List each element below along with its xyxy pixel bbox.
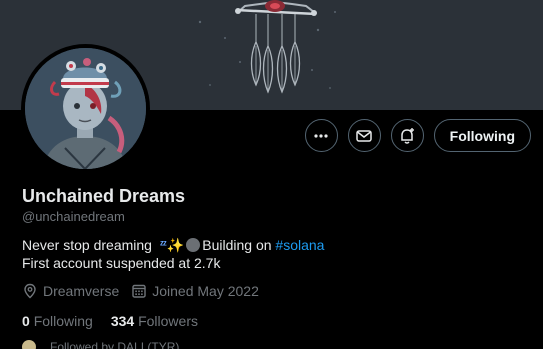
bio-line-2: First account suspended at 2.7k — [22, 255, 221, 271]
join-date: Joined May 2022 — [131, 283, 259, 299]
more-horizontal-icon — [314, 133, 328, 138]
follower-avatar — [22, 340, 36, 349]
bio-text: Never stop dreaming — [22, 237, 156, 253]
profile-handle: @unchainedream — [22, 209, 125, 224]
profile-name: Unchained Dreams — [22, 186, 186, 206]
sparkles-emoji-icon: ✨ — [166, 237, 185, 253]
envelope-icon — [356, 129, 372, 142]
following-count: 0 — [22, 313, 30, 329]
profile-bio: Never stop dreaming ᶻᶻ ✨ Building on #so… — [22, 236, 324, 272]
profile-avatar-frame[interactable] — [21, 44, 150, 173]
following-link[interactable]: 0 Following — [22, 313, 93, 329]
location-text: Dreamverse — [43, 283, 120, 299]
profile-meta: Dreamverse Joined May 2022 — [22, 283, 271, 299]
bio-text: Building on — [202, 237, 276, 253]
location-pin-icon — [24, 283, 36, 299]
bio-line-1: Never stop dreaming ᶻᶻ ✨ Building on #so… — [22, 236, 324, 254]
moon-emoji-icon — [186, 238, 201, 252]
hashtag-link[interactable]: #solana — [275, 236, 324, 254]
location: Dreamverse — [22, 283, 119, 299]
followers-link[interactable]: 334 Followers — [111, 313, 198, 329]
following-button[interactable]: Following — [433, 119, 531, 152]
message-button[interactable] — [347, 119, 381, 152]
followed-by[interactable]: Followed by DALI (TYR) — [22, 340, 179, 349]
more-button[interactable] — [304, 119, 338, 152]
followed-by-text: Followed by DALI (TYR) — [50, 340, 180, 349]
avatar-illustration — [25, 48, 146, 169]
followers-label: Followers — [138, 313, 198, 329]
bell-plus-icon — [401, 127, 415, 144]
zzz-emoji-icon: ᶻᶻ — [159, 239, 167, 251]
avatar[interactable] — [25, 48, 146, 169]
profile-stats: 0 Following 334 Followers — [22, 313, 216, 329]
following-label: Following — [33, 313, 93, 329]
followers-count: 334 — [110, 313, 135, 329]
profile-actions: Following — [304, 119, 531, 152]
calendar-icon — [132, 284, 146, 298]
notifications-button[interactable] — [390, 119, 424, 152]
joined-text: Joined May 2022 — [152, 283, 259, 299]
